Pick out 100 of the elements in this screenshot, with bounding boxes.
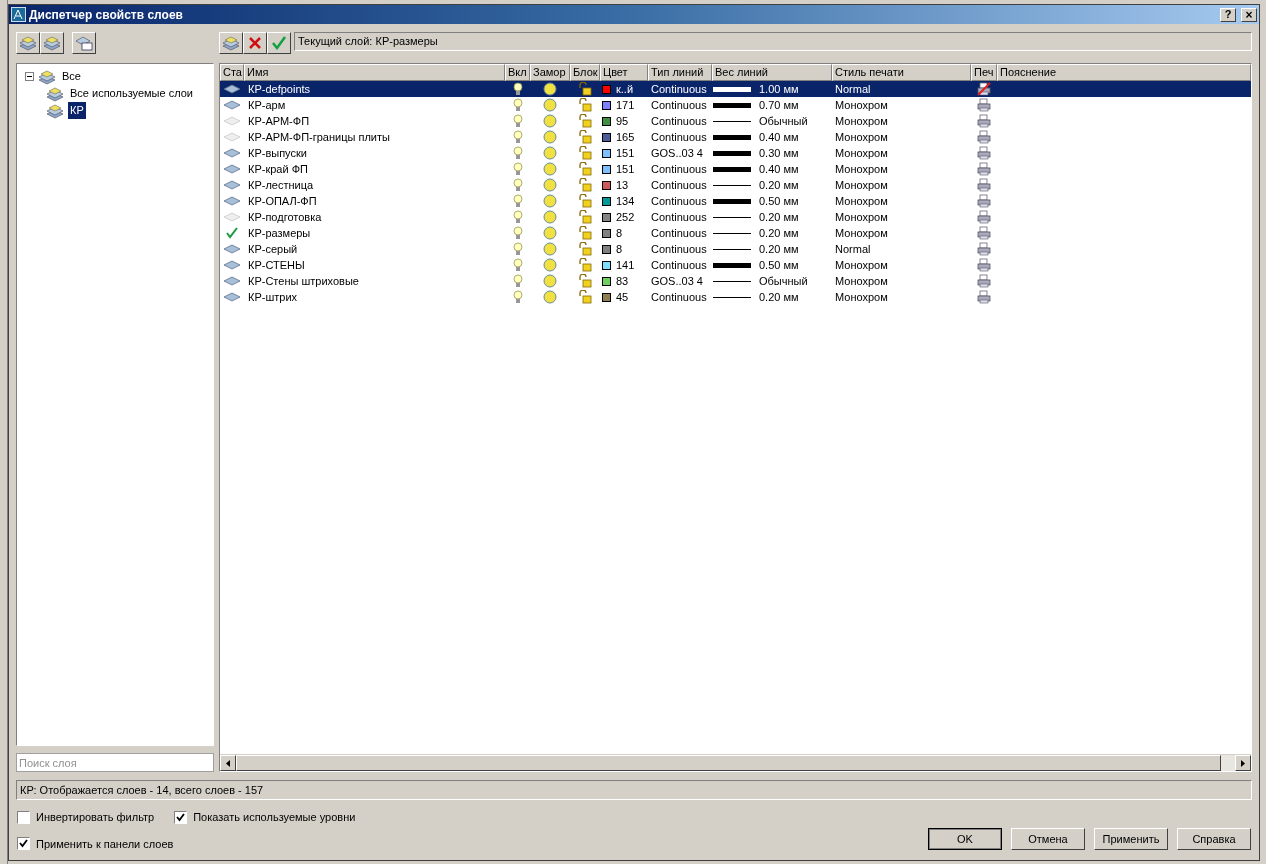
linetype[interactable]: Continuous	[651, 226, 707, 239]
padlock-icon[interactable]	[578, 242, 592, 256]
close-button[interactable]: ×	[1241, 7, 1257, 22]
color-swatch[interactable]	[602, 100, 611, 110]
color-swatch[interactable]	[602, 276, 611, 286]
no-print-icon[interactable]	[977, 82, 991, 96]
layer-row[interactable]: КР-серый 8 Continuous 0.20 мм Normal	[220, 241, 1251, 257]
plot-style[interactable]: Монохром	[835, 290, 888, 303]
color-swatch[interactable]	[602, 132, 611, 142]
layer-row[interactable]: КР-СТЕНЫ 141 Continuous 0.50 мм Монохром	[220, 257, 1251, 273]
printer-icon[interactable]	[977, 194, 991, 208]
layer-row[interactable]: КР-Стены штриховые 83 GOS..03 4 Обычный Монохром	[220, 273, 1251, 289]
plot-style[interactable]: Монохром	[835, 130, 888, 143]
lineweight-value[interactable]: 0.40 мм	[759, 128, 799, 146]
dialog-button[interactable]: OK	[928, 828, 1002, 850]
linetype[interactable]: Continuous	[651, 98, 707, 111]
state-manager-button[interactable]	[72, 32, 96, 54]
printer-icon[interactable]	[977, 242, 991, 256]
color-swatch[interactable]	[602, 164, 611, 174]
printer-icon[interactable]	[977, 162, 991, 176]
tree-item[interactable]: Все используемые слои	[68, 85, 195, 102]
scroll-left-button[interactable]	[220, 755, 236, 771]
padlock-icon[interactable]	[578, 130, 592, 144]
padlock-icon[interactable]	[578, 146, 592, 160]
printer-icon[interactable]	[977, 226, 991, 240]
layer-row[interactable]: КР-выпуски 151 GOS..03 4 0.30 мм Монохром	[220, 145, 1251, 161]
lineweight-value[interactable]: 0.30 мм	[759, 144, 799, 162]
tree-item[interactable]: Все	[60, 68, 83, 85]
printer-icon[interactable]	[977, 210, 991, 224]
layer-row[interactable]: КР-ОПАЛ-ФП 134 Continuous 0.50 мм Монохром	[220, 193, 1251, 209]
linetype[interactable]: Continuous	[651, 178, 707, 191]
lineweight-value[interactable]: 0.20 мм	[759, 240, 799, 258]
printer-icon[interactable]	[977, 178, 991, 192]
plot-style[interactable]: Монохром	[835, 210, 888, 223]
lineweight-value[interactable]: 0.20 мм	[759, 208, 799, 226]
lineweight-value[interactable]: Обычный	[759, 272, 808, 290]
column-header[interactable]: Тип линий	[648, 64, 712, 81]
help-button[interactable]: ?	[1220, 7, 1236, 22]
linetype[interactable]: Continuous	[651, 290, 707, 303]
layer-row[interactable]: КР-подготовка 252 Continuous 0.20 мм Монохром	[220, 209, 1251, 225]
printer-icon[interactable]	[977, 290, 991, 304]
column-header[interactable]: Стиль печати	[832, 64, 971, 81]
lightbulb-icon[interactable]	[512, 82, 523, 96]
plot-style[interactable]: Монохром	[835, 162, 888, 175]
plot-style[interactable]: Монохром	[835, 98, 888, 111]
new-layer-button[interactable]	[219, 32, 243, 54]
plot-style[interactable]: Монохром	[835, 146, 888, 159]
checkbox[interactable]	[17, 810, 30, 824]
color-swatch[interactable]	[602, 212, 611, 222]
column-header[interactable]: Замор	[530, 64, 570, 81]
padlock-icon[interactable]	[578, 178, 592, 192]
color-swatch[interactable]	[602, 228, 611, 238]
search-field[interactable]: Поиск слоя	[16, 753, 214, 772]
lineweight-value[interactable]: 1.00 мм	[759, 80, 799, 98]
dialog-button[interactable]: Отмена	[1011, 828, 1085, 850]
plot-style[interactable]: Монохром	[835, 226, 888, 239]
linetype[interactable]: Continuous	[651, 194, 707, 207]
linetype[interactable]: Continuous	[651, 114, 707, 127]
color-swatch[interactable]	[602, 84, 611, 94]
color-swatch[interactable]	[602, 260, 611, 270]
column-header[interactable]: Ста	[220, 64, 244, 81]
column-header[interactable]: Печ	[971, 64, 997, 81]
padlock-icon[interactable]	[578, 290, 592, 304]
linetype[interactable]: GOS..03 4	[651, 274, 703, 287]
dialog-button[interactable]: Применить	[1094, 828, 1168, 850]
padlock-icon[interactable]	[578, 82, 592, 96]
column-header[interactable]: Вес линий	[712, 64, 832, 81]
delete-layer-button[interactable]	[243, 32, 267, 54]
layer-row[interactable]: КР-размеры 8 Continuous 0.20 мм Монохром	[220, 225, 1251, 241]
plot-style[interactable]: Монохром	[835, 178, 888, 191]
plot-style[interactable]: Монохром	[835, 114, 888, 127]
checkbox[interactable]	[174, 810, 188, 824]
dialog-button[interactable]: Справка	[1177, 828, 1251, 850]
color-swatch[interactable]	[602, 196, 611, 206]
lineweight-value[interactable]: 0.20 мм	[759, 288, 799, 306]
plot-style[interactable]: Normal	[835, 82, 871, 95]
linetype[interactable]: Continuous	[651, 210, 707, 223]
printer-icon[interactable]	[977, 274, 991, 288]
padlock-icon[interactable]	[578, 210, 592, 224]
padlock-icon[interactable]	[578, 274, 592, 288]
printer-icon[interactable]	[977, 114, 991, 128]
column-header[interactable]: Блок	[570, 64, 600, 81]
color-swatch[interactable]	[602, 116, 611, 126]
padlock-icon[interactable]	[578, 194, 592, 208]
linetype[interactable]: Continuous	[651, 82, 707, 95]
printer-icon[interactable]	[977, 98, 991, 112]
printer-icon[interactable]	[977, 130, 991, 144]
linetype[interactable]: Continuous	[651, 242, 707, 255]
linetype[interactable]: GOS..03 4	[651, 146, 703, 159]
set-current-button[interactable]	[267, 32, 291, 54]
lineweight-value[interactable]: 0.70 мм	[759, 96, 799, 114]
new-filter-button[interactable]	[16, 32, 40, 54]
lineweight-value[interactable]: 0.40 мм	[759, 160, 799, 178]
lineweight-value[interactable]: Обычный	[759, 112, 808, 130]
color-swatch[interactable]	[602, 180, 611, 190]
color-swatch[interactable]	[602, 292, 611, 302]
lineweight-value[interactable]: 0.50 мм	[759, 192, 799, 210]
linetype[interactable]: Continuous	[651, 130, 707, 143]
column-header[interactable]: Цвет	[600, 64, 648, 81]
layer-row[interactable]: КР-АРМ-ФП 95 Continuous Обычный Монохром	[220, 113, 1251, 129]
